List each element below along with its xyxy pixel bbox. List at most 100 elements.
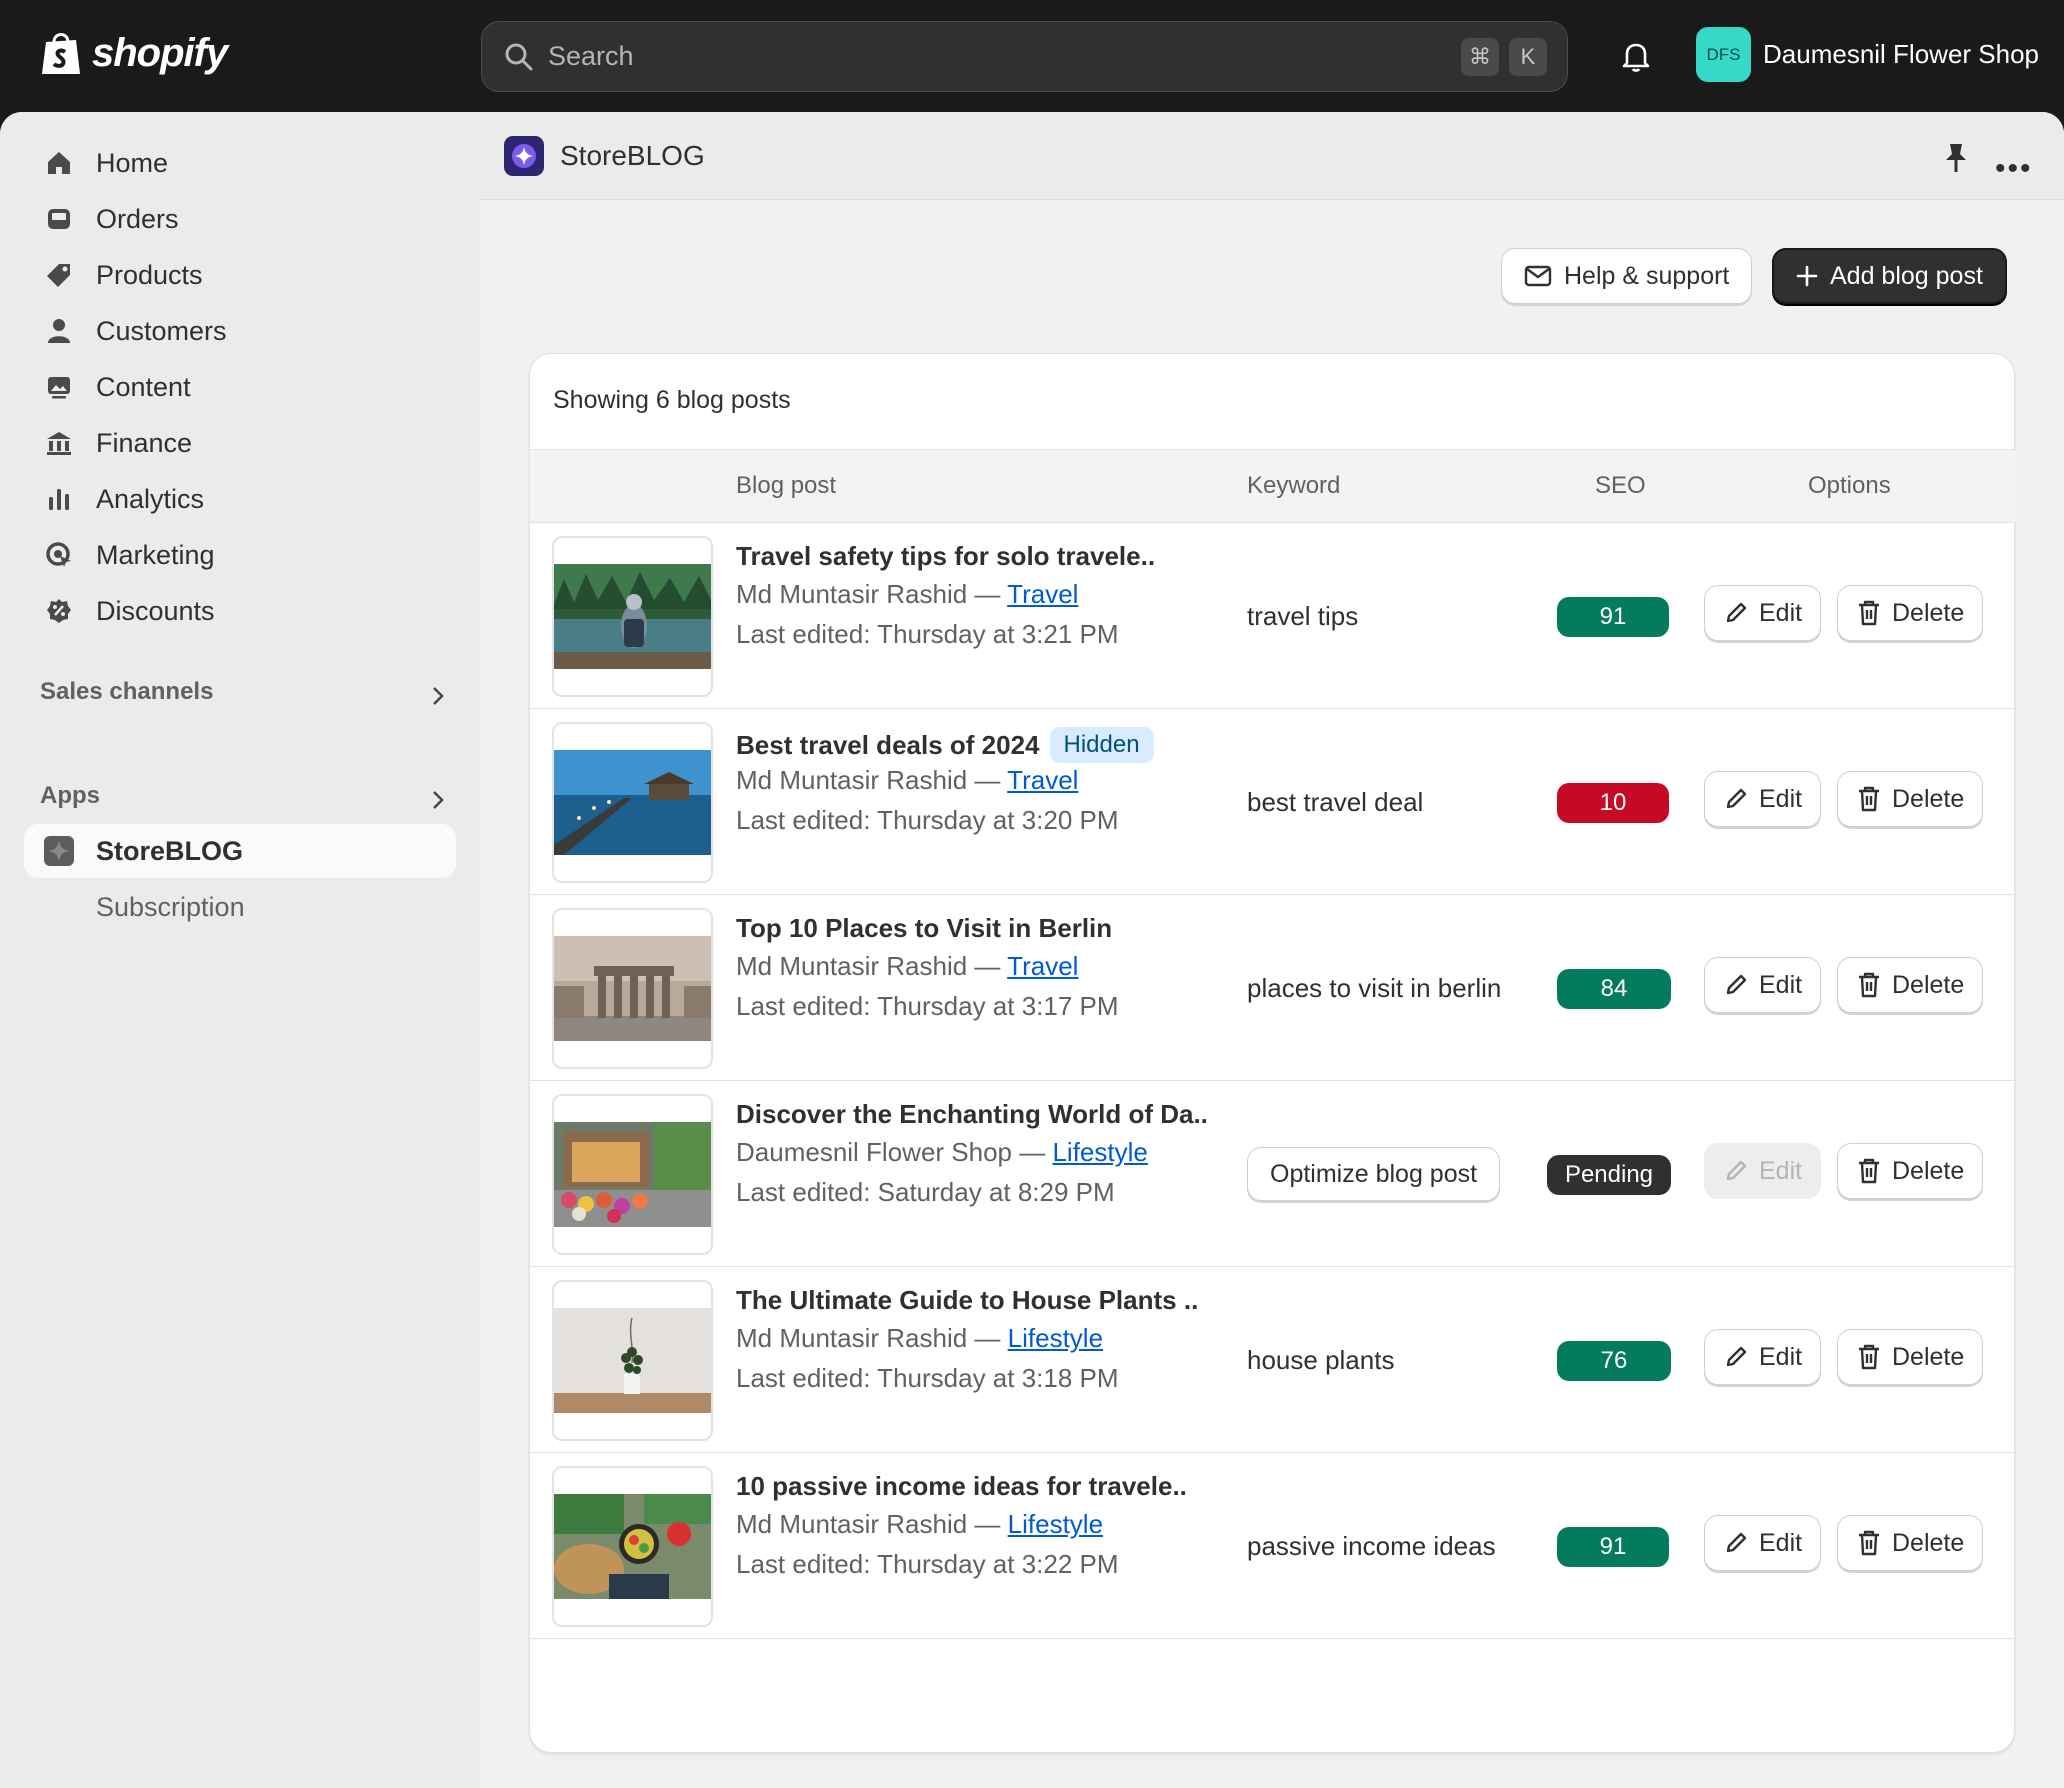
sidebar-item-products[interactable]: Products: [24, 248, 456, 302]
delete-button[interactable]: Delete: [1837, 957, 1984, 1013]
sidebar-item-label: Orders: [96, 203, 179, 234]
post-category-link[interactable]: Lifestyle: [1008, 1509, 1103, 1539]
table-row: 10 passive income ideas for travele.. Md…: [530, 1453, 2016, 1639]
pencil-icon: [1726, 1532, 1747, 1553]
post-category-link[interactable]: Travel: [1007, 579, 1078, 609]
bar-chart-icon: [49, 489, 69, 510]
pencil-icon: [1726, 1160, 1747, 1181]
delete-button[interactable]: Delete: [1837, 585, 1984, 641]
post-title[interactable]: Travel safety tips for solo travele..: [736, 541, 1155, 572]
post-title[interactable]: Best travel deals of 2024 Hidden: [736, 727, 1154, 763]
delete-button[interactable]: Delete: [1837, 1515, 1984, 1571]
sidebar-item-finance[interactable]: Finance: [24, 416, 456, 470]
post-title-text: Travel safety tips for solo travele..: [736, 541, 1156, 571]
post-title[interactable]: Top 10 Places to Visit in Berlin: [736, 913, 1112, 944]
post-category-link[interactable]: Travel: [1007, 951, 1078, 981]
help-support-button[interactable]: Help & support: [1501, 248, 1753, 304]
post-author-line: Md Muntasir Rashid — Lifestyle: [736, 1509, 1103, 1540]
sidebar-subitem-subscription[interactable]: Subscription: [96, 892, 245, 923]
seo-score-badge: 84: [1557, 969, 1671, 1009]
sidebar-item-home[interactable]: Home: [24, 136, 456, 190]
seo-score-badge: 91: [1557, 1527, 1669, 1567]
delete-button[interactable]: Delete: [1837, 1143, 1984, 1199]
more-actions-icon[interactable]: •••: [1995, 152, 2033, 186]
post-category-link[interactable]: Lifestyle: [1008, 1323, 1103, 1353]
edit-button[interactable]: Edit: [1704, 771, 1822, 827]
post-last-edited: Last edited: Thursday at 3:17 PM: [736, 991, 1119, 1021]
sidebar-item-orders[interactable]: Orders: [24, 192, 456, 246]
delete-button[interactable]: Delete: [1837, 771, 1984, 827]
shopify-logo[interactable]: shopify: [40, 30, 228, 76]
apps-label: Apps: [40, 782, 100, 809]
post-last-edited: Last edited: Thursday at 3:22 PM: [736, 1549, 1119, 1579]
edit-label: Edit: [1759, 970, 1803, 999]
post-title-text: Best travel deals of 2024: [736, 729, 1040, 760]
sidebar-item-marketing[interactable]: Marketing: [24, 528, 456, 582]
post-thumbnail[interactable]: [552, 1466, 713, 1627]
post-author: Md Muntasir Rashid —: [736, 1323, 1008, 1353]
post-author-line: Daumesnil Flower Shop — Lifestyle: [736, 1137, 1148, 1168]
post-thumbnail[interactable]: [552, 536, 713, 697]
trash-icon: [1859, 1344, 1879, 1370]
column-header-blog-post: Blog post: [736, 472, 837, 499]
shopify-bag-icon: [42, 33, 80, 74]
post-title[interactable]: Discover the Enchanting World of Da..: [736, 1099, 1208, 1130]
edit-button[interactable]: Edit: [1704, 1329, 1822, 1385]
delete-label: Delete: [1892, 784, 1965, 813]
post-thumbnail[interactable]: [552, 908, 713, 1069]
edit-button[interactable]: Edit: [1704, 957, 1822, 1013]
tag-icon: [47, 264, 70, 287]
post-author: Daumesnil Flower Shop —: [736, 1137, 1053, 1167]
inbox-icon: [48, 209, 70, 229]
search-bar[interactable]: Search ⌘ K: [481, 21, 1568, 92]
post-thumbnail[interactable]: [552, 722, 713, 883]
table-row: Travel safety tips for solo travele.. Md…: [530, 523, 2016, 709]
post-thumbnail[interactable]: [552, 1094, 713, 1255]
brand-wordmark: shopify: [92, 30, 228, 75]
sidebar-item-label: Discounts: [96, 595, 215, 626]
bank-icon: [47, 432, 71, 455]
sidebar-item-discounts[interactable]: Discounts: [24, 584, 456, 638]
sidebar-item-label: Marketing: [96, 539, 215, 570]
plus-icon: [1796, 265, 1818, 287]
post-thumbnail[interactable]: [552, 1280, 713, 1441]
edit-button[interactable]: Edit: [1704, 1515, 1822, 1571]
post-title[interactable]: 10 passive income ideas for travele..: [736, 1471, 1187, 1502]
pin-icon[interactable]: [1942, 142, 1970, 174]
optimize-blog-post-button[interactable]: Optimize blog post: [1247, 1147, 1501, 1201]
sidebar-item-label: Analytics: [96, 483, 205, 514]
sidebar-item-analytics[interactable]: Analytics: [24, 472, 456, 526]
bell-icon[interactable]: [1618, 38, 1654, 74]
post-author: Md Muntasir Rashid —: [736, 951, 1008, 981]
seo-score-badge: 91: [1557, 597, 1669, 637]
post-title[interactable]: The Ultimate Guide to House Plants ..: [736, 1285, 1198, 1316]
delete-label: Delete: [1892, 1156, 1965, 1185]
edit-button-disabled: Edit: [1704, 1143, 1822, 1199]
pencil-icon: [1726, 602, 1747, 623]
post-category-link[interactable]: Travel: [1007, 765, 1078, 795]
add-blog-post-button[interactable]: Add blog post: [1772, 248, 2007, 304]
edit-button[interactable]: Edit: [1704, 585, 1822, 641]
sidebar-item-storeblog[interactable]: StoreBLOG: [24, 824, 456, 878]
sidebar-item-content[interactable]: Content: [24, 360, 456, 414]
delete-button[interactable]: Delete: [1837, 1329, 1984, 1385]
apps-header[interactable]: Apps: [40, 782, 450, 810]
delete-label: Delete: [1892, 1528, 1965, 1557]
post-author: Md Muntasir Rashid —: [736, 1509, 1008, 1539]
sidebar-item-customers[interactable]: Customers: [24, 304, 456, 358]
post-title-text: 10 passive income ideas for travele..: [736, 1471, 1187, 1501]
envelope-icon: [1524, 265, 1552, 287]
post-author: Md Muntasir Rashid —: [736, 765, 1008, 795]
trash-icon: [1859, 786, 1879, 812]
table-row: Best travel deals of 2024 Hidden Md Munta…: [530, 709, 2016, 895]
store-menu[interactable]: DFS Daumesnil Flower Shop: [1696, 27, 2039, 82]
discount-icon: [47, 599, 71, 623]
command-key-icon: ⌘: [1461, 38, 1499, 76]
post-category-link[interactable]: Lifestyle: [1052, 1137, 1147, 1167]
top-bar: shopify Search ⌘ K DFS Daumesnil Flower …: [0, 0, 2064, 112]
house-plant-image: [554, 1308, 711, 1413]
home-icon: [48, 152, 70, 174]
post-author-line: Md Muntasir Rashid — Travel: [736, 579, 1078, 610]
lake-traveler-image: [554, 564, 711, 669]
sales-channels-header[interactable]: Sales channels: [40, 678, 450, 706]
